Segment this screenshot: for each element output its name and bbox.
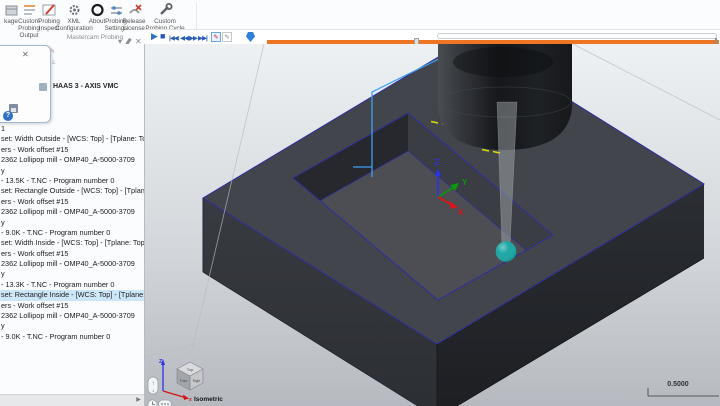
z-axis-label: Z	[435, 158, 440, 167]
toolpath-row[interactable]: 1	[0, 124, 145, 134]
toolpath-row-label: 2362 Lollipop mill - OMP40_A-5000-3709	[1, 155, 135, 164]
timeline-progress-bar[interactable]	[267, 40, 719, 44]
toolpath-row[interactable]: set: Rectangle Inside - [WCS: Top] - [Tp…	[0, 290, 145, 300]
simulator-toolbar: ▶ ■ |◀◀ ◀◀ ▶▶ ▶▶| ✎ ✎	[145, 29, 720, 45]
machine-group-row[interactable]: HAAS 3 - AXIS VMC	[0, 82, 145, 93]
toolpath-row[interactable]: - 13.5K - T.NC - Program number 0	[0, 176, 145, 186]
toolpath-row-label: set: Width Inside - [WCS: Top] - [Tplane…	[1, 238, 145, 247]
toolpath-row-label: 2362 Lollipop mill - OMP40_A-5000-3709	[1, 259, 135, 268]
toolpath-row[interactable]: 2362 Lollipop mill - OMP40_A-5000-3709	[0, 207, 145, 217]
scale-value: 0.5000	[667, 381, 689, 388]
toolpath-row-label: - 13.3K - T.NC - Program number 0	[1, 280, 114, 289]
mini-x-axis-label: x	[189, 397, 192, 403]
toolpath-row[interactable]: y	[0, 269, 145, 279]
toolpath-operation-list: 1 set: Width Outside - [WCS: Top] - [Tpl…	[0, 124, 145, 342]
toolpath-row[interactable]: 2362 Lollipop mill - OMP40_A-5000-3709	[0, 311, 145, 321]
arrow-up-icon[interactable]: ↑	[152, 381, 155, 387]
toolpath-row[interactable]: ers - Work offset #15	[0, 301, 145, 311]
toolpath-row-label: ers - Work offset #15	[1, 301, 68, 310]
machine-label: HAAS 3 - AXIS VMC	[53, 83, 118, 90]
toolpath-row-label: 1	[1, 124, 5, 133]
toolpath-row[interactable]: set: Width Outside - [WCS: Top] - [Tplan…	[0, 134, 145, 144]
play-icon[interactable]: ▶	[151, 31, 158, 42]
scroll-right-icon[interactable]: ▶	[133, 395, 144, 405]
close-icon[interactable]: ✕	[22, 50, 29, 59]
toolpath-row-label: ers - Work offset #15	[1, 145, 68, 154]
step-forward-icon[interactable]: ▶▶	[189, 34, 197, 42]
skip-to-end-icon[interactable]: ▶▶|	[198, 34, 207, 42]
toolbar-mini-icon[interactable]: Σ	[52, 60, 56, 66]
toolpath-row[interactable]: ers - Work offset #15	[0, 249, 145, 259]
step-back-icon[interactable]: ◀◀	[180, 34, 188, 42]
toolpath-row[interactable]: set: Rectangle Outside - [WCS: Top] - [T…	[0, 186, 145, 196]
toolpath-row-label: - 9.0K - T.NC - Program number 0	[1, 332, 110, 341]
toolpath-row-label: 2362 Lollipop mill - OMP40_A-5000-3709	[1, 207, 135, 216]
xml-gear-icon	[67, 1, 82, 18]
toolpath-row-label: ers - Work offset #15	[1, 197, 68, 206]
toolpath-row[interactable]: ers - Work offset #15	[0, 145, 145, 155]
view-cube-top-label: Top	[187, 367, 194, 372]
toolpath-row[interactable]: set: Width Inside - [WCS: Top] - [Tplane…	[0, 238, 145, 248]
toolpath-row-label: ers - Work offset #15	[1, 249, 68, 258]
view-cube-front-label: Front	[180, 379, 188, 383]
release-license-phone-icon	[127, 1, 142, 18]
toolpath-row[interactable]: y	[0, 218, 145, 228]
toolpath-row-label: 2362 Lollipop mill - OMP40_A-5000-3709	[1, 311, 135, 320]
x-axis-label: X	[458, 208, 464, 217]
toolpath-row[interactable]: - 9.0K - T.NC - Program number 0	[0, 332, 145, 342]
toolpaths-panel: ✎ ◔ Σ ✕ ? HAAS 3 - AXIS VMC 1 set: Width…	[0, 44, 145, 406]
erase-toolpath-toggle[interactable]: ✎	[222, 32, 232, 42]
toolpath-row[interactable]: - 9.0K - T.NC - Program number 0	[0, 228, 145, 238]
arrow-down-icon[interactable]: ↓	[152, 388, 155, 394]
toolpath-row[interactable]: y	[0, 166, 145, 176]
toolpath-row-label: set: Rectangle Inside - [WCS: Top] - [Tp…	[1, 290, 145, 299]
viewport-3d[interactable]: Z Y X ↑	[145, 44, 720, 406]
toolpath-row[interactable]: 2362 Lollipop mill - OMP40_A-5000-3709	[0, 259, 145, 269]
toolpath-row[interactable]: - 13.3K - T.NC - Program number 0	[0, 280, 145, 290]
timeline-home-marker-icon[interactable]	[246, 32, 255, 42]
toolpath-row-label: set: Width Outside - [WCS: Top] - [Tplan…	[1, 134, 145, 143]
y-axis-label: Y	[462, 178, 468, 187]
stop-icon[interactable]: ■	[160, 31, 165, 41]
help-icon[interactable]: ?	[3, 111, 13, 121]
edit-toolpath-toggle[interactable]: ✎	[211, 32, 221, 42]
toolpath-row-label: y	[1, 218, 5, 227]
toolpath-row[interactable]: 2362 Lollipop mill - OMP40_A-5000-3709	[0, 155, 145, 165]
view-cube-right-label: Right	[193, 379, 201, 383]
feed-slider-track[interactable]	[437, 33, 717, 39]
skip-to-start-icon[interactable]: |◀◀	[169, 34, 178, 42]
toolpath-row[interactable]: y	[0, 321, 145, 331]
toolpath-row-label: - 13.5K - T.NC - Program number 0	[1, 176, 114, 185]
options-control[interactable]	[159, 400, 172, 406]
toolpath-row[interactable]: ers - Work offset #15	[0, 197, 145, 207]
toolpath-row-label: - 9.0K - T.NC - Program number 0	[1, 228, 110, 237]
mastercam-window: kage Custom Probing Output Probing Inspe…	[0, 0, 720, 406]
toolpath-row-label: y	[1, 321, 5, 330]
toolpath-row-label: set: Rectangle Outside - [WCS: Top] - [T…	[1, 186, 145, 195]
toolpath-row-label: y	[1, 166, 5, 175]
panel-horizontal-scrollbar[interactable]: ▶	[0, 394, 145, 406]
toolpath-row-label: y	[1, 269, 5, 278]
view-label: Isometric	[194, 396, 223, 403]
cycle-builder-wrench-icon	[158, 1, 173, 18]
machine-icon	[39, 83, 47, 91]
